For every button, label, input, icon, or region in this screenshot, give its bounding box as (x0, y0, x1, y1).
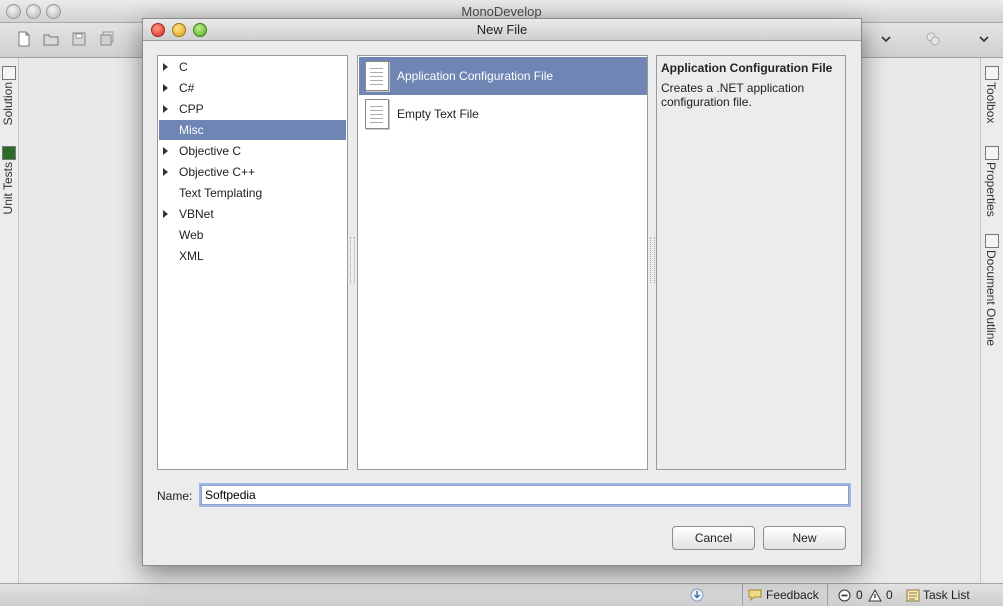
pad-tab-solution[interactable]: Solution (1, 82, 15, 125)
expand-arrow-icon[interactable] (163, 63, 168, 71)
status-bar: Feedback 0 0 Task List (0, 583, 1003, 606)
task-list-label[interactable]: Task List (923, 588, 970, 602)
new-file-dialog: New File C C# CPP Misc Objective C Objec… (142, 18, 862, 566)
splitter-handle[interactable] (650, 237, 655, 283)
category-label: XML (179, 249, 204, 263)
category-objective-c[interactable]: Objective C (159, 141, 346, 161)
category-tree[interactable]: C C# CPP Misc Objective C Objective C++ … (157, 55, 348, 470)
new-file-icon[interactable] (16, 31, 32, 47)
category-vbnet[interactable]: VBNet (159, 204, 346, 224)
chevron-down-icon[interactable] (878, 31, 894, 47)
download-icon[interactable] (690, 588, 704, 602)
save-icon[interactable] (71, 31, 87, 47)
open-folder-icon[interactable] (43, 31, 59, 47)
expand-arrow-icon[interactable] (163, 210, 168, 218)
template-label: Application Configuration File (397, 69, 554, 83)
feedback-label: Feedback (766, 588, 819, 602)
pad-tab-document-outline[interactable]: Document Outline (984, 250, 998, 346)
description-panel: Application Configuration File Creates a… (656, 55, 846, 470)
expand-arrow-icon[interactable] (163, 105, 168, 113)
warning-icon (868, 589, 882, 602)
document-icon (365, 99, 389, 129)
expand-arrow-icon[interactable] (163, 84, 168, 92)
error-count[interactable]: 0 (856, 588, 863, 602)
document-outline-icon (985, 234, 999, 248)
properties-icon (985, 146, 999, 160)
file-name-input[interactable] (201, 485, 849, 505)
build-icon[interactable] (925, 31, 941, 47)
category-label: Misc (179, 123, 204, 137)
task-list-icon (906, 589, 920, 602)
dialog-title: New File (476, 22, 528, 37)
splitter-handle[interactable] (350, 237, 355, 283)
category-text-templating[interactable]: Text Templating (159, 183, 346, 203)
category-label: CPP (179, 102, 204, 116)
description-title: Application Configuration File (661, 61, 833, 75)
save-all-icon[interactable] (99, 31, 115, 47)
document-icon (365, 61, 389, 91)
pad-tab-toolbox[interactable]: Toolbox (984, 82, 998, 123)
name-label: Name: (157, 489, 193, 503)
category-label: C (179, 60, 188, 74)
template-label: Empty Text File (397, 107, 479, 121)
category-label: C# (179, 81, 195, 95)
error-icon (838, 589, 851, 602)
template-list[interactable]: Application Configuration File Empty Tex… (357, 55, 648, 470)
feedback-button[interactable]: Feedback (742, 584, 828, 606)
category-cpp[interactable]: CPP (159, 99, 346, 119)
category-c[interactable]: C (159, 57, 346, 77)
toolbox-icon (985, 66, 999, 80)
category-label: VBNet (179, 207, 214, 221)
dialog-titlebar: New File (143, 19, 861, 41)
category-label: Objective C (179, 144, 242, 158)
chevron-down-icon[interactable] (976, 31, 992, 47)
left-pad-strip: Solution Unit Tests (0, 58, 19, 583)
category-label: Web (179, 228, 204, 242)
category-xml[interactable]: XML (159, 246, 346, 266)
category-misc[interactable]: Misc (159, 120, 346, 140)
new-button[interactable]: New (763, 526, 846, 550)
window-title: MonoDevelop (461, 4, 542, 19)
category-objective-cpp[interactable]: Objective C++ (159, 162, 346, 182)
solution-icon (2, 66, 16, 80)
right-pad-strip: Toolbox Properties Document Outline (980, 58, 1003, 583)
pad-tab-unit-tests[interactable]: Unit Tests (1, 162, 15, 214)
template-application-configuration-file[interactable]: Application Configuration File (359, 57, 647, 95)
expand-arrow-icon[interactable] (163, 147, 168, 155)
warning-count[interactable]: 0 (886, 588, 893, 602)
category-csharp[interactable]: C# (159, 78, 346, 98)
pad-tab-properties[interactable]: Properties (984, 162, 998, 217)
description-text: Creates a .NET application configuration… (661, 81, 805, 109)
category-label: Objective C++ (179, 165, 256, 179)
expand-arrow-icon[interactable] (163, 168, 168, 176)
category-web[interactable]: Web (159, 225, 346, 245)
cancel-button[interactable]: Cancel (672, 526, 755, 550)
speech-bubble-icon (748, 589, 762, 601)
unit-tests-icon (2, 146, 16, 160)
template-empty-text-file[interactable]: Empty Text File (359, 95, 647, 133)
category-label: Text Templating (179, 186, 263, 200)
